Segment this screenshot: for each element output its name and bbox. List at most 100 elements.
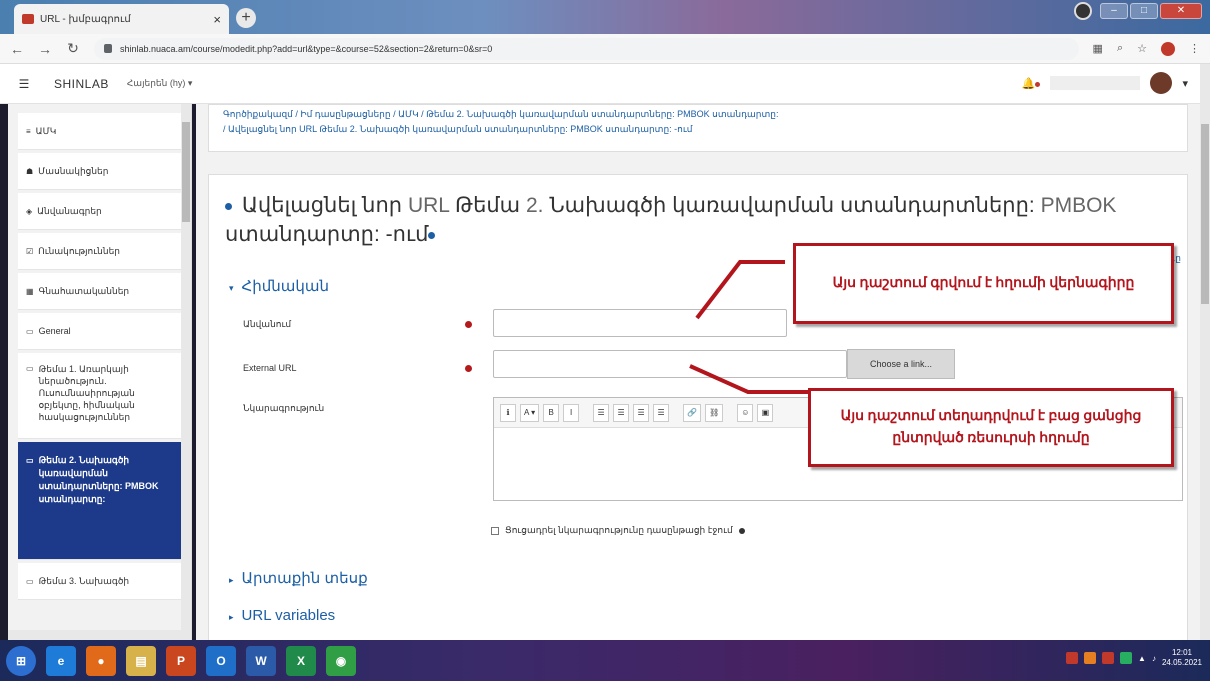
sidebar-item-label: General <box>38 326 71 336</box>
folder-icon: ▭ <box>26 576 34 586</box>
sidebar-item-label: Գնահատականներ <box>38 285 130 296</box>
excel-icon[interactable]: X <box>286 645 316 676</box>
main-region: Գործիքակազմ / Իմ դասընթացները / ԱՄԿ / Թե… <box>196 104 1200 640</box>
clock-time: 12:01 <box>1171 648 1192 657</box>
extension-icon[interactable] <box>1161 41 1175 56</box>
close-window-button[interactable]: ✕ <box>1160 3 1202 19</box>
section-title: URL variables <box>241 607 336 624</box>
start-button[interactable]: ⊞ <box>6 645 36 676</box>
sidebar-item-participants-home[interactable]: ≡ ԱՄԿ <box>18 113 183 150</box>
outlook-icon[interactable]: O <box>206 645 236 676</box>
menu-kebab-icon[interactable]: ⋮ <box>1189 42 1200 55</box>
address-bar-row: ← → ↻ shinlab.nuaca.am/course/modedit.ph… <box>0 34 1210 64</box>
sidebar-item-grades[interactable]: ▦ Գնահատականներ <box>18 273 183 310</box>
tray-icon[interactable] <box>1066 652 1079 664</box>
sidebar-item-participants[interactable]: ☗ Մասնակիցներ <box>18 153 183 190</box>
choose-link-button[interactable]: Choose a link... <box>847 349 955 379</box>
profile-circle-icon[interactable] <box>1074 2 1092 20</box>
folder-icon: ▭ <box>26 364 34 373</box>
ie-icon[interactable]: e <box>46 645 76 676</box>
chrome-icon[interactable]: ◉ <box>326 645 356 676</box>
help-icon[interactable] <box>738 527 745 534</box>
network-icon[interactable]: ▲ <box>1138 654 1146 663</box>
reload-icon[interactable]: ↻ <box>66 40 80 57</box>
notifications-icon[interactable]: 🔔 <box>1022 77 1041 90</box>
breadcrumb-line-2[interactable]: / Ավելացնել նոր URL Թեմա 2. Նախագծի կառա… <box>223 122 1173 137</box>
language-menu[interactable]: Հայերեն (hy) ▾ <box>127 78 193 89</box>
image-button[interactable]: ▣ <box>757 403 774 422</box>
taskbar-clock[interactable]: 12:01 24.05.2021 <box>1162 648 1202 668</box>
title-text: URL <box>407 194 450 217</box>
indent-button[interactable]: ☰ <box>653 403 670 422</box>
name-input[interactable] <box>493 309 787 337</box>
browser-tab[interactable]: URL - խմբագրում × <box>14 4 229 34</box>
user-menu-caret-icon[interactable]: ▾ <box>1182 77 1188 90</box>
volume-icon[interactable]: ♪ <box>1152 654 1156 663</box>
link-button[interactable]: 🔗 <box>683 403 702 422</box>
powerpoint-icon[interactable]: P <box>166 645 196 676</box>
sidebar-item-label: Թեմա 2. Նախագծի կառավարման ստանդարտները:… <box>38 455 159 504</box>
help-icon[interactable] <box>428 231 436 239</box>
screen: URL - խմբագրում × + – □ ✕ ← → ↻ shinlab.… <box>0 0 1210 681</box>
show-description-checkbox[interactable] <box>491 526 499 535</box>
tab-title: URL - խմբագրում <box>40 13 131 25</box>
section-appearance-toggle[interactable]: ▸ Արտաքին տեսք <box>229 569 368 587</box>
translate-icon[interactable]: ▦ <box>1093 42 1103 55</box>
breadcrumb-line-1[interactable]: Գործիքակազմ / Իմ դասընթացները / ԱՄԿ / Թե… <box>223 107 1173 122</box>
url-field[interactable]: shinlab.nuaca.am/course/modedit.php?add=… <box>94 37 1079 60</box>
sidebar-item-badges[interactable]: ◈ Անվանագրեր <box>18 193 183 230</box>
sidebar-item-general[interactable]: ▭ General <box>18 313 183 350</box>
section-url-variables-toggle[interactable]: ▸ URL variables <box>229 607 335 624</box>
font-size-button[interactable]: A ▾ <box>520 403 540 422</box>
numbered-list-button[interactable]: ☰ <box>613 403 630 422</box>
forward-icon[interactable]: → <box>38 41 52 57</box>
tray-icon[interactable] <box>1084 652 1097 664</box>
users-icon: ☗ <box>26 166 34 176</box>
title-text: 2. <box>525 194 544 217</box>
sidebar-scroll-thumb[interactable] <box>182 122 190 222</box>
sidebar-item-topic-3[interactable]: ▭ Թեմա 3. Նախագծի <box>18 563 183 600</box>
sidebar-item-label: Թեմա 3. Նախագծի <box>38 575 130 586</box>
site-brand[interactable]: SHINLAB <box>54 77 109 91</box>
sidebar-item-topic-1[interactable]: ▭ Թեմա 1. Առարկայի ներածություն. Ուսումն… <box>18 353 183 439</box>
section-title: Հիմնական <box>241 278 330 295</box>
folder-icon: ▭ <box>26 456 34 465</box>
required-icon <box>465 321 472 328</box>
sidebar-horizontal-scrollbar[interactable] <box>8 630 191 640</box>
external-url-input[interactable] <box>493 350 847 378</box>
checkbox-icon: ☑ <box>26 246 34 256</box>
user-name[interactable] <box>1050 76 1141 90</box>
moodle-favicon-icon <box>22 14 34 24</box>
description-label: Նկարագրություն <box>243 403 325 413</box>
badge-icon: ◈ <box>26 206 33 216</box>
sidebar-item-topic-2[interactable]: ▭ Թեմա 2. Նախագծի կառավարման ստանդարտներ… <box>18 442 183 560</box>
zoom-icon[interactable]: ⌕ <box>1117 42 1123 55</box>
maximize-button[interactable]: □ <box>1130 3 1158 19</box>
page-scroll-thumb[interactable] <box>1201 124 1209 304</box>
bold-button[interactable]: B <box>543 403 560 422</box>
new-tab-button[interactable]: + <box>236 8 256 28</box>
sidebar-item-competencies[interactable]: ☑ Ունակություններ <box>18 233 183 270</box>
bullet-list-button[interactable]: ☰ <box>593 403 610 422</box>
italic-button[interactable]: I <box>563 403 580 422</box>
avatar[interactable] <box>1150 72 1173 94</box>
file-explorer-icon[interactable]: ▤ <box>126 645 156 676</box>
tray-icon[interactable] <box>1102 652 1115 664</box>
back-icon[interactable]: ← <box>10 41 24 57</box>
tray-icon[interactable] <box>1120 652 1133 664</box>
emoticon-button[interactable]: ☺ <box>737 403 754 422</box>
unlink-button[interactable]: ⛓ <box>705 403 724 422</box>
drawer-toggle-icon[interactable]: ☰ <box>0 64 48 104</box>
close-tab-icon[interactable]: × <box>213 12 221 27</box>
name-label: Անվանում <box>243 319 292 329</box>
align-button[interactable]: ☰ <box>633 403 650 422</box>
section-general-toggle[interactable]: ▾ Հիմնական <box>229 277 329 295</box>
site-navbar: ☰ SHINLAB Հայերեն (hy) ▾ 🔔 ▾ <box>0 64 1200 104</box>
toolbar-toggle-button[interactable]: ℹ <box>500 403 516 422</box>
word-icon[interactable]: W <box>246 645 276 676</box>
title-text: PMBOK <box>1040 194 1117 217</box>
expand-caret-icon: ▸ <box>229 612 234 622</box>
bookmark-star-icon[interactable]: ☆ <box>1137 42 1147 55</box>
firefox-icon[interactable]: ● <box>86 645 116 676</box>
minimize-button[interactable]: – <box>1100 3 1128 19</box>
